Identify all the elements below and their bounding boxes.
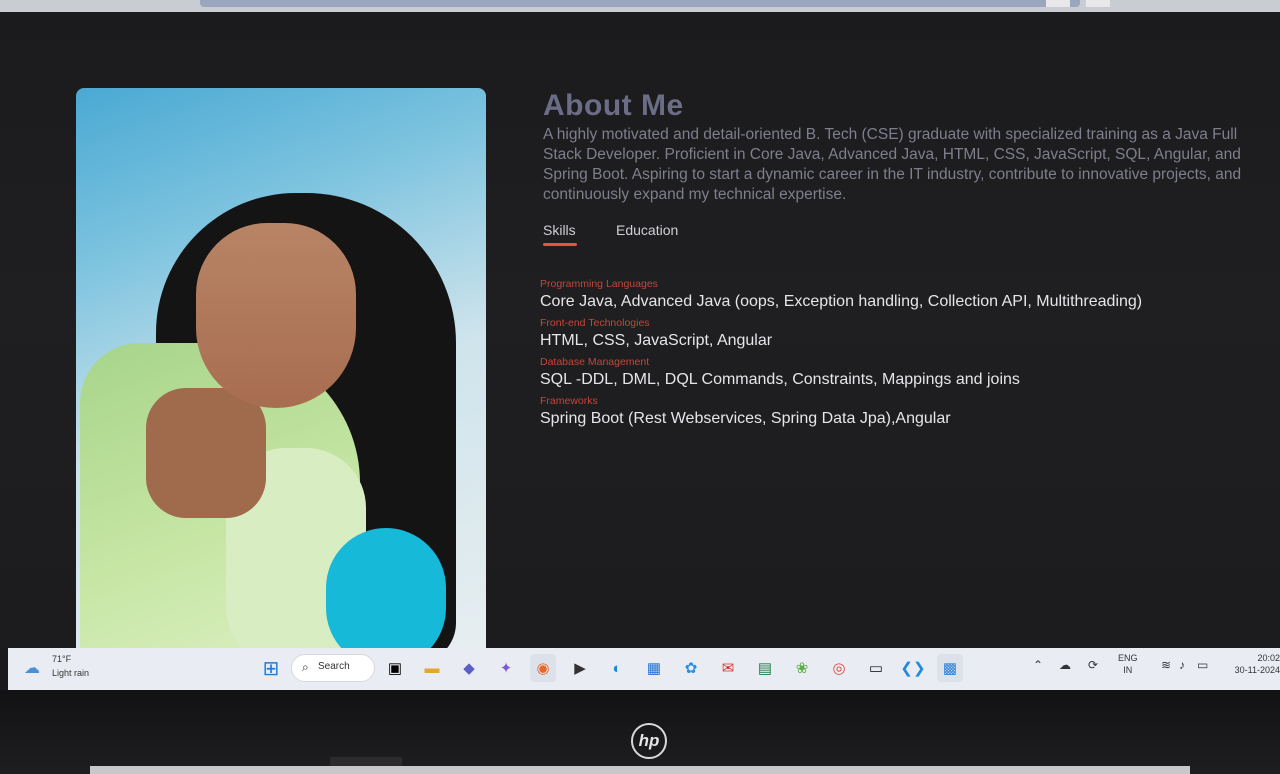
hp-logo: hp bbox=[631, 723, 667, 759]
lang-code: ENG bbox=[1118, 653, 1138, 663]
battery-icon[interactable]: ▭ bbox=[1197, 658, 1208, 672]
laptop-base-edge bbox=[90, 766, 1190, 774]
skill-value: Core Java, Advanced Java (oops, Exceptio… bbox=[540, 293, 1143, 310]
mail-icon[interactable]: ✉ bbox=[715, 654, 741, 682]
about-description: A highly motivated and detail-oriented B… bbox=[543, 126, 1242, 203]
copilot-icon[interactable]: ✦ bbox=[493, 654, 519, 682]
taskbar-search[interactable]: ⌕ Search bbox=[291, 654, 375, 682]
skill-value: HTML, CSS, JavaScript, Angular bbox=[540, 332, 773, 349]
browser-tab-strip[interactable] bbox=[200, 0, 1080, 7]
portfolio-page: About Me A highly motivated and detail-o… bbox=[0, 12, 1280, 648]
skill-category: Programming Languages bbox=[540, 278, 658, 290]
skill-item: Front-end Technologies HTML, CSS, JavaSc… bbox=[540, 317, 1260, 351]
about-heading: About Me bbox=[543, 89, 684, 122]
wifi-icon[interactable]: ≋ bbox=[1161, 658, 1171, 672]
firefox-icon[interactable]: ◉ bbox=[530, 654, 556, 682]
photo-neck bbox=[146, 388, 266, 518]
photo-background-object bbox=[326, 528, 446, 648]
search-label: Search bbox=[318, 661, 350, 672]
browser-top-bar bbox=[0, 0, 1280, 12]
teams-icon[interactable]: ◆ bbox=[456, 654, 482, 682]
skill-value: Spring Boot (Rest Webservices, Spring Da… bbox=[540, 410, 951, 427]
skill-category: Database Management bbox=[540, 356, 650, 368]
volume-icon[interactable]: ♪ bbox=[1179, 658, 1185, 672]
store-icon[interactable]: ▦ bbox=[641, 654, 667, 682]
windows-taskbar: ☁ 71°F Light rain ⊞ ▣ ▬ ◆ ✦ ◉ ▶ ◐ ▦ ✿ ✉ … bbox=[8, 648, 1280, 690]
weather-temp: 71°F bbox=[52, 654, 72, 664]
excel-icon[interactable]: ▤ bbox=[752, 654, 778, 682]
weather-condition: Light rain bbox=[52, 668, 90, 678]
terminal-icon[interactable]: ▭ bbox=[863, 654, 889, 682]
window-control[interactable] bbox=[1086, 0, 1110, 7]
photos-icon[interactable]: ▩ bbox=[937, 654, 963, 682]
weather-widget[interactable]: ☁ 71°F Light rain bbox=[24, 654, 114, 684]
file-explorer-icon[interactable]: ▬ bbox=[419, 654, 445, 682]
system-clock[interactable]: 20:02 30-11-2024 bbox=[1224, 652, 1280, 676]
skill-value: SQL -DDL, DML, DQL Commands, Constraints… bbox=[540, 371, 1020, 388]
skill-item: Frameworks Spring Boot (Rest Webservices… bbox=[540, 395, 1260, 429]
spring-tool-icon[interactable]: ❀ bbox=[789, 654, 815, 682]
clock-time: 20:02 bbox=[1257, 653, 1280, 663]
skill-item: Database Management SQL -DDL, DML, DQL C… bbox=[540, 356, 1260, 390]
tab-education[interactable]: Education bbox=[616, 222, 678, 238]
chrome-icon[interactable]: ◎ bbox=[826, 654, 852, 682]
clock-date: 30-11-2024 bbox=[1234, 665, 1280, 675]
rain-cloud-icon: ☁ bbox=[24, 660, 40, 677]
app-icon[interactable]: ✿ bbox=[678, 654, 704, 682]
search-icon: ⌕ bbox=[302, 660, 309, 674]
tab-skills[interactable]: Skills bbox=[543, 222, 577, 246]
edge-icon[interactable]: ◐ bbox=[604, 654, 630, 682]
task-view-icon[interactable]: ▣ bbox=[382, 654, 408, 682]
skill-category: Front-end Technologies bbox=[540, 317, 650, 329]
about-section: About Me A highly motivated and detail-o… bbox=[543, 89, 1263, 205]
lang-region: IN bbox=[1123, 665, 1133, 675]
vscode-icon[interactable]: ❮❯ bbox=[900, 654, 926, 682]
sync-icon[interactable]: ⟳ bbox=[1088, 658, 1098, 672]
onedrive-icon[interactable]: ☁ bbox=[1059, 658, 1071, 672]
skill-item: Programming Languages Core Java, Advance… bbox=[540, 278, 1260, 312]
photo-face bbox=[196, 223, 356, 408]
window-control[interactable] bbox=[1046, 0, 1070, 7]
skills-list: Programming Languages Core Java, Advance… bbox=[540, 278, 1260, 434]
skill-category: Frameworks bbox=[540, 395, 598, 407]
windows-start-icon[interactable]: ⊞ bbox=[258, 654, 284, 682]
media-player-icon[interactable]: ▶ bbox=[567, 654, 593, 682]
chevron-up-icon[interactable]: ⌃ bbox=[1033, 658, 1043, 672]
profile-photo bbox=[76, 88, 486, 648]
language-indicator[interactable]: ENG IN bbox=[1118, 652, 1138, 676]
